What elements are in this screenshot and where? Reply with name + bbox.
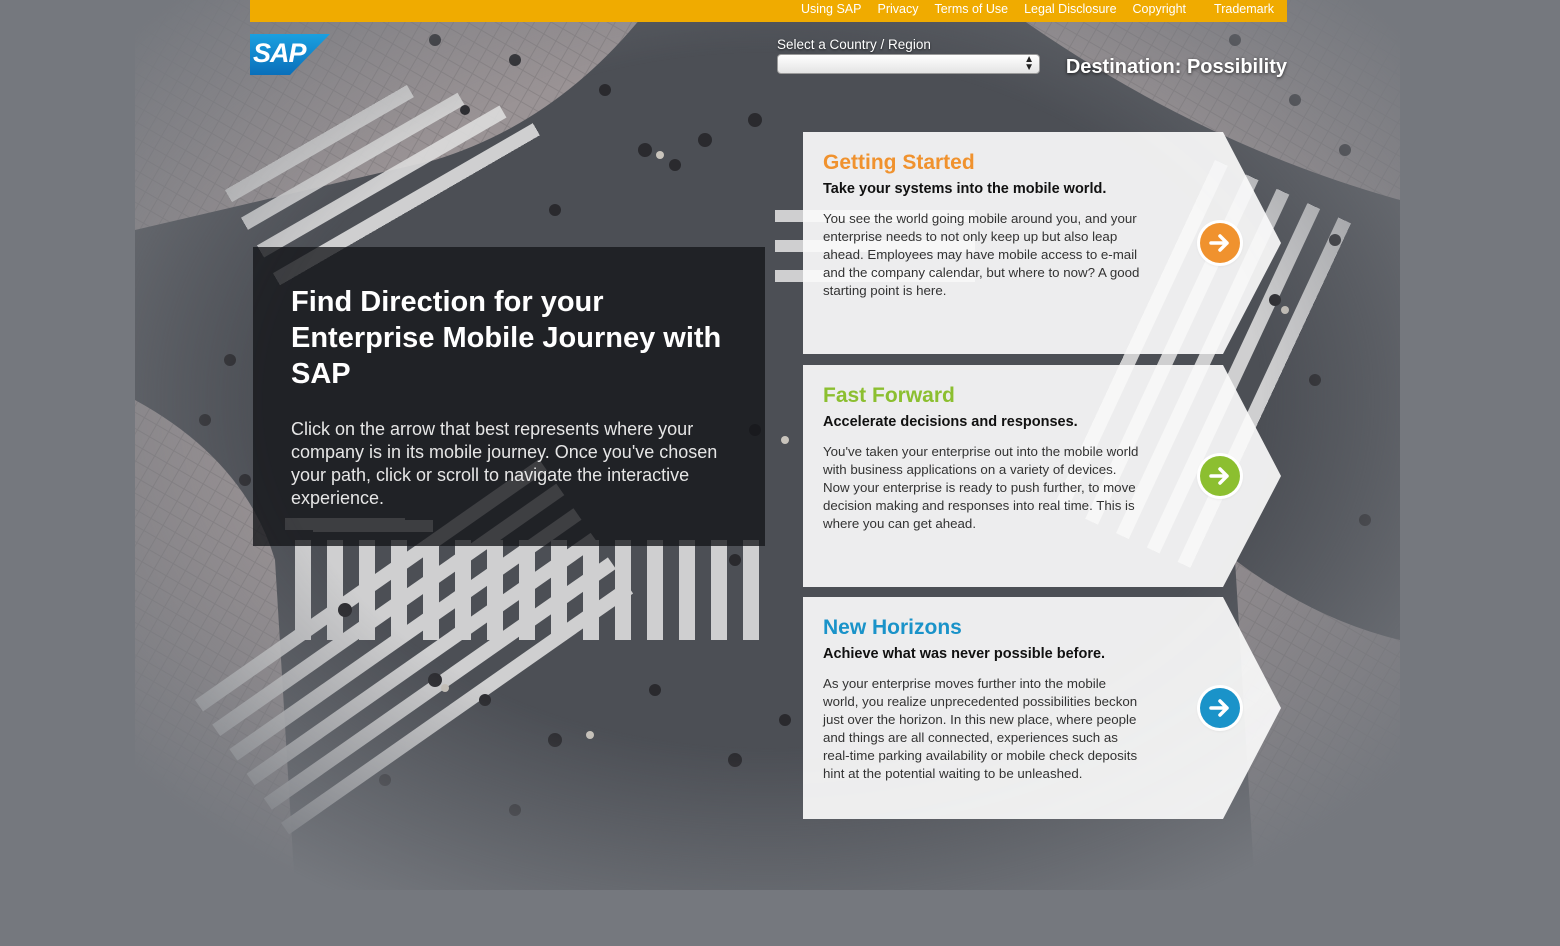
- card-title: Fast Forward: [823, 384, 955, 407]
- card-subtitle: Accelerate decisions and responses.: [823, 414, 1078, 430]
- card-new-horizons[interactable]: New Horizons Achieve what was never poss…: [803, 597, 1281, 819]
- new-horizons-arrow-button[interactable]: [1200, 688, 1240, 728]
- nav-link-copyright[interactable]: Copyright: [1133, 0, 1187, 18]
- hero-panel: Find Direction for your Enterprise Mobil…: [253, 247, 765, 546]
- nav-link-privacy[interactable]: Privacy: [877, 0, 918, 18]
- sap-logo[interactable]: SAP: [250, 34, 330, 75]
- nav-link-legal-disclosure[interactable]: Legal Disclosure: [1024, 0, 1116, 18]
- card-title: New Horizons: [823, 616, 962, 639]
- arrow-right-icon: [1209, 467, 1229, 485]
- card-subtitle: Achieve what was never possible before.: [823, 646, 1106, 662]
- select-arrows-icon: ▲ ▼: [1024, 54, 1034, 73]
- nav-link-trademark[interactable]: Trademark: [1214, 0, 1274, 18]
- arrow-right-icon: [1209, 699, 1229, 717]
- tagline: Destination: Possibility: [1065, 56, 1287, 78]
- top-utility-bar: Using SAP Privacy Terms of Use Legal Dis…: [250, 0, 1287, 22]
- card-fast-forward[interactable]: Fast Forward Accelerate decisions and re…: [803, 365, 1281, 587]
- card-subtitle: Take your systems into the mobile world.: [823, 181, 1107, 197]
- card-getting-started[interactable]: Getting Started Take your systems into t…: [803, 132, 1281, 354]
- country-region-select[interactable]: ▲ ▼: [777, 54, 1040, 74]
- top-nav: Using SAP Privacy Terms of Use Legal Dis…: [801, 0, 1274, 18]
- fast-forward-arrow-button[interactable]: [1200, 456, 1240, 496]
- hero-title: Find Direction for your Enterprise Mobil…: [291, 286, 722, 390]
- nav-link-using-sap[interactable]: Using SAP: [801, 0, 861, 18]
- card-body: As your enterprise moves further into th…: [823, 676, 1138, 781]
- arrow-right-icon: [1209, 234, 1229, 252]
- country-select-label: Select a Country / Region: [777, 37, 931, 52]
- getting-started-arrow-button[interactable]: [1200, 223, 1240, 263]
- nav-link-terms-of-use[interactable]: Terms of Use: [934, 0, 1008, 18]
- card-body: You see the world going mobile around yo…: [823, 211, 1140, 298]
- card-body: You've taken your enterprise out into th…: [823, 444, 1139, 531]
- card-title: Getting Started: [823, 151, 975, 174]
- hero-text: Click on the arrow that best represents …: [291, 419, 718, 508]
- sap-logo-text: SAP: [253, 38, 307, 68]
